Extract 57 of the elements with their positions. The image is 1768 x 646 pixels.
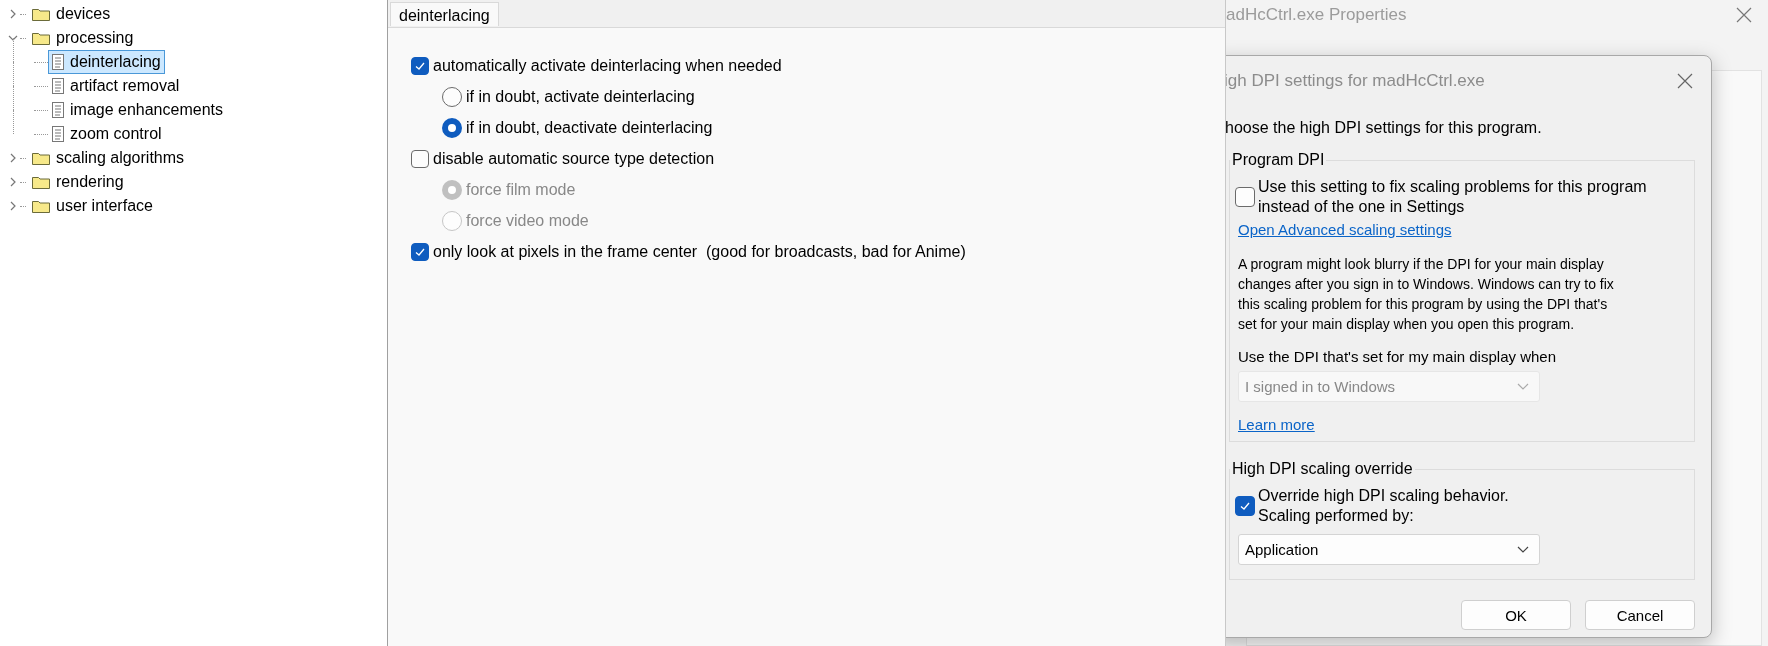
checkbox[interactable] bbox=[1235, 187, 1255, 207]
tree-item[interactable]: deinterlacing bbox=[48, 50, 165, 74]
chevron-icon bbox=[1517, 545, 1529, 554]
chevron-icon[interactable] bbox=[8, 201, 18, 211]
page-icon bbox=[52, 126, 64, 142]
page-icon bbox=[52, 78, 64, 94]
link[interactable]: Open Advanced scaling settings bbox=[1238, 221, 1452, 238]
group-label: High DPI scaling override bbox=[1231, 460, 1414, 478]
folder-icon bbox=[32, 7, 50, 21]
checkbox[interactable] bbox=[1235, 496, 1255, 516]
folder-icon bbox=[32, 199, 50, 213]
folder-icon bbox=[32, 151, 50, 165]
group-label: Program DPI bbox=[1231, 151, 1326, 169]
radio-button[interactable] bbox=[442, 86, 462, 107]
checkbox[interactable] bbox=[411, 56, 429, 75]
dialog-title: igh DPI settings for madHcCtrl.exe bbox=[1226, 71, 1485, 91]
tree-item[interactable]: scaling algorithms bbox=[28, 146, 189, 170]
tree-item[interactable]: processing bbox=[28, 26, 138, 50]
description-text: A program might look blurry if the DPI for your main display changes after you sign in to Windows. Windows can try to fix this scaling problem for this program by using the DPI that's set for your main display when you open this program. bbox=[1238, 255, 1615, 334]
chevron-icon[interactable] bbox=[8, 177, 18, 187]
intro-text: hoose the high DPI settings for this program. bbox=[1226, 119, 1543, 137]
page-icon bbox=[52, 102, 64, 118]
close-icon[interactable] bbox=[1736, 7, 1752, 23]
check-icon bbox=[1239, 500, 1251, 512]
dropdown[interactable]: Application bbox=[1238, 534, 1540, 565]
checkbox-label: Use this setting to fix scaling problems for this program instead of the one in Settings bbox=[1258, 177, 1647, 217]
option-label: force film mode bbox=[466, 180, 576, 199]
page-icon bbox=[52, 54, 64, 70]
window-title: adHcCtrl.exe Properties bbox=[1226, 5, 1407, 25]
tree-item[interactable]: artifact removal bbox=[48, 74, 184, 98]
tree-item[interactable]: user interface bbox=[28, 194, 157, 218]
folder-icon bbox=[32, 31, 50, 45]
tree-item[interactable]: devices bbox=[28, 2, 115, 26]
option-label: only look at pixels in the frame center (good for broadcasts, bad for Anime) bbox=[433, 242, 966, 261]
option-label: disable automatic source type detection bbox=[433, 149, 715, 168]
radio-button[interactable] bbox=[442, 117, 462, 138]
dialog-button[interactable]: Cancel bbox=[1585, 600, 1695, 630]
option-label: if in doubt, deactivate deinterlacing bbox=[466, 118, 713, 137]
tree-item[interactable]: zoom control bbox=[48, 122, 166, 146]
option-label: automatically activate deinterlacing when needed bbox=[433, 56, 782, 75]
dropdown-label: Use the DPI that's set for my main display when bbox=[1238, 348, 1557, 365]
close-icon[interactable] bbox=[1677, 73, 1693, 89]
tree-item[interactable]: image enhancements bbox=[48, 98, 227, 122]
dialog-button[interactable]: OK bbox=[1461, 600, 1571, 630]
option-label: force video mode bbox=[466, 211, 589, 230]
chevron-icon bbox=[1517, 382, 1529, 391]
link[interactable]: Learn more bbox=[1238, 416, 1315, 433]
chevron-icon[interactable] bbox=[8, 33, 18, 43]
checkbox[interactable] bbox=[411, 242, 429, 261]
checkbox-label: Override high DPI scaling behavior. Scaling performed by: bbox=[1258, 486, 1509, 526]
chevron-icon[interactable] bbox=[8, 153, 18, 163]
chevron-icon[interactable] bbox=[8, 9, 18, 19]
option-label: if in doubt, activate deinterlacing bbox=[466, 87, 695, 106]
tab[interactable]: deinterlacing bbox=[390, 2, 499, 26]
tree-item[interactable]: rendering bbox=[28, 170, 128, 194]
checkbox[interactable] bbox=[411, 149, 429, 168]
folder-icon bbox=[32, 175, 50, 189]
